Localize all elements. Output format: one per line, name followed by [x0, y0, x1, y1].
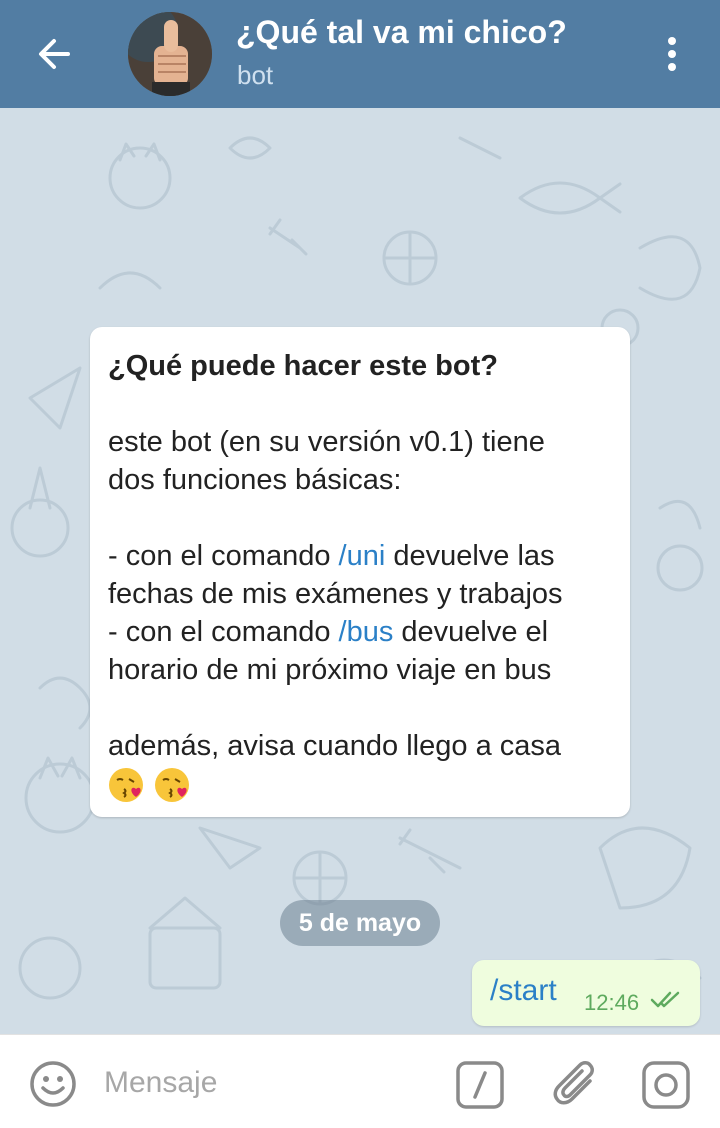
bot-info-line: dos funciones básicas:	[108, 464, 402, 496]
paperclip-icon	[553, 1061, 594, 1105]
kiss-emojis	[108, 765, 612, 803]
smiley-icon	[30, 1061, 76, 1107]
chat-title[interactable]: ¿Qué tal va mi chico?	[236, 14, 567, 51]
back-button[interactable]	[28, 28, 80, 80]
attach-button[interactable]	[552, 1059, 600, 1109]
chat-area[interactable]: ¿Qué puede hacer este bot? este bot (en …	[0, 108, 720, 1034]
message-time: 12:46	[584, 990, 640, 1015]
bot-info-title: ¿Qué puede hacer este bot?	[108, 350, 498, 382]
uni-command-link[interactable]: /uni	[339, 540, 386, 572]
thumbs-up-photo	[128, 12, 212, 96]
kiss-emoji-icon	[155, 768, 190, 803]
message-input[interactable]	[104, 1063, 424, 1103]
bot-info-line: - con el comando /bus devuelve el	[108, 616, 549, 648]
bus-command-link[interactable]: /bus	[339, 616, 394, 648]
bot-commands-button[interactable]	[456, 1061, 504, 1109]
arrow-left-icon	[39, 39, 70, 69]
bot-info-line: este bot (en su versión v0.1) tiene	[108, 426, 545, 458]
slash-command-icon	[456, 1061, 504, 1109]
bot-info-line: horario de mi próximo viaje en bus	[108, 654, 552, 686]
more-vertical-icon	[668, 37, 676, 71]
kiss-emoji-icon	[109, 768, 143, 803]
bot-info-card: ¿Qué puede hacer este bot? este bot (en …	[90, 327, 630, 817]
message-text[interactable]: /start	[490, 974, 557, 1008]
more-options-button[interactable]	[652, 28, 692, 80]
bot-info-line: - con el comando /uni devuelve las	[108, 540, 555, 572]
chat-header: ¿Qué tal va mi chico? bot	[0, 0, 720, 108]
chat-subtitle: bot	[237, 60, 274, 90]
outgoing-message[interactable]: /start 12:46	[472, 960, 700, 1026]
bot-info-line: fechas de mis exámenes y trabajos	[108, 578, 563, 610]
emoji-button[interactable]	[28, 1059, 78, 1109]
bot-info-line: además, avisa cuando llego a casa	[108, 730, 562, 762]
message-input-bar	[0, 1034, 720, 1128]
camera-icon	[642, 1061, 690, 1109]
date-separator: 5 de mayo	[280, 900, 440, 946]
double-check-icon	[650, 991, 680, 1008]
camera-button[interactable]	[642, 1061, 690, 1109]
avatar[interactable]	[128, 12, 212, 96]
